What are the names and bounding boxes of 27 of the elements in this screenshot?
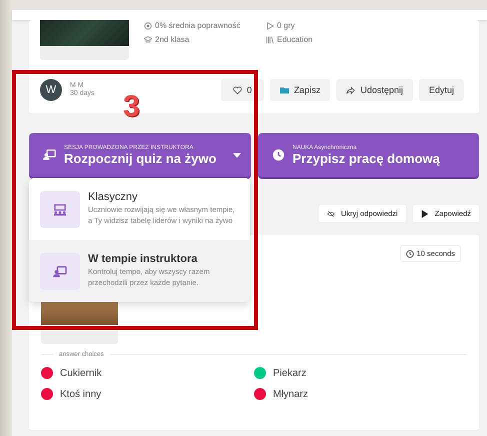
presenter-icon [53, 266, 67, 278]
step-number: 3 [123, 92, 140, 122]
stat-text: 0 gry [277, 21, 295, 30]
save-button[interactable]: Zapisz [270, 79, 330, 101]
answer-text: Ktoś inny [60, 388, 102, 400]
answer-text: Młynarz [273, 388, 308, 400]
play-icon [420, 210, 429, 218]
clock-icon [272, 149, 284, 161]
share-button[interactable]: Udostępnij [336, 79, 413, 101]
meta-text: Education [277, 35, 313, 44]
heart-icon [232, 86, 242, 94]
stat-text: 0% średnia poprawność [155, 21, 240, 30]
answer-text: Cukiernik [60, 368, 102, 378]
graduation-cap-icon [144, 36, 152, 44]
play-icon [266, 22, 274, 30]
edit-button[interactable]: Edytuj [418, 79, 464, 101]
eye-slash-icon [327, 210, 336, 218]
share-icon [346, 86, 356, 94]
presenter-icon [43, 149, 56, 161]
meta-text: 2nd klasa [155, 35, 190, 44]
like-button[interactable]: 0 [220, 79, 264, 101]
target-icon [144, 22, 152, 30]
avatar[interactable]: W [40, 79, 62, 101]
classroom-icon [53, 204, 67, 216]
books-icon [266, 36, 274, 44]
answer-text: Piekarz [273, 368, 306, 378]
folder-icon [280, 86, 289, 94]
